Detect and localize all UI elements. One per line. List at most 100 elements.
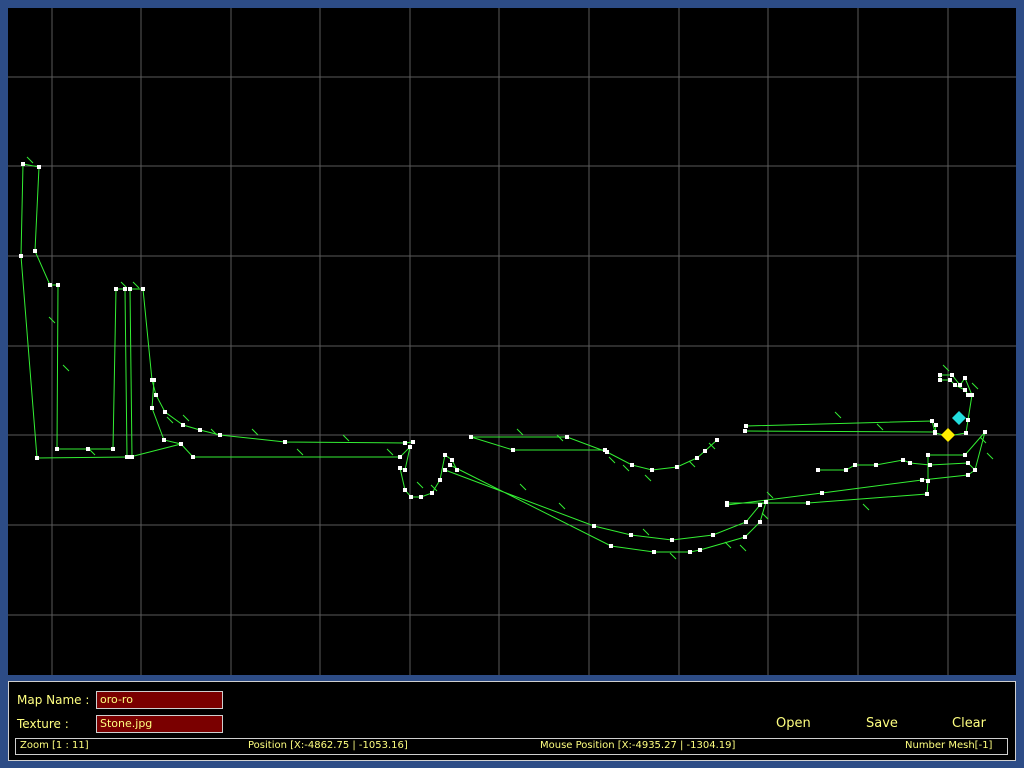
yellow-marker (941, 428, 955, 442)
mesh-vertex (191, 455, 195, 459)
mesh-vertex (963, 376, 967, 380)
mesh-vertex (154, 393, 158, 397)
mesh-tick (622, 464, 630, 472)
map-name-label: Map Name : (17, 693, 90, 707)
mesh-vertex (609, 544, 613, 548)
mesh-vertex (675, 465, 679, 469)
mesh-vertex (715, 438, 719, 442)
mesh-vertex (901, 458, 905, 462)
mesh-vertex (37, 165, 41, 169)
mesh-vertex (565, 435, 569, 439)
position-readout: Position [X:-4862.75 | -1053.16] (248, 740, 408, 751)
mesh-vertex (218, 433, 222, 437)
mesh-vertex (55, 447, 59, 451)
mesh-vertex (443, 468, 447, 472)
mesh-vertex (128, 287, 132, 291)
mesh-vertex (511, 448, 515, 452)
mesh-vertex (874, 463, 878, 467)
mesh-vertex (163, 410, 167, 414)
mesh-tick (971, 382, 979, 390)
mesh-vertex (19, 254, 23, 258)
mesh-tick (761, 512, 769, 520)
mesh-vertex (403, 441, 407, 445)
mesh-vertex (764, 500, 768, 504)
mesh-vertex (438, 478, 442, 482)
mesh-vertex (670, 538, 674, 542)
mesh-vertex (816, 468, 820, 472)
mesh-vertex (469, 435, 473, 439)
mesh-edge (471, 436, 718, 471)
mesh-tick (210, 428, 218, 436)
mesh-vertex (603, 448, 607, 452)
mesh-tick (669, 552, 677, 560)
mesh-vertex (958, 383, 962, 387)
mesh-tick (132, 281, 140, 289)
mesh-vertex (21, 162, 25, 166)
mesh-vertex (758, 503, 762, 507)
mesh-vertex (966, 418, 970, 422)
mesh-vertex (983, 430, 987, 434)
mesh-edge (180, 443, 458, 498)
open-button[interactable]: Open (776, 716, 811, 731)
mesh-vertex (806, 501, 810, 505)
status-bar: Zoom [1 : 11] Position [X:-4862.75 | -10… (15, 738, 1008, 755)
mesh-tick (644, 474, 652, 482)
mesh-vertex (450, 458, 454, 462)
mesh-vertex (964, 431, 968, 435)
mesh-vertex (820, 491, 824, 495)
mesh-tick (386, 448, 394, 456)
save-button[interactable]: Save (866, 716, 898, 731)
mesh-vertex (630, 463, 634, 467)
mesh-vertex (650, 468, 654, 472)
mesh-tick (416, 481, 424, 489)
mesh-tick (862, 503, 870, 511)
mesh-vertex (128, 455, 132, 459)
mesh-vertex (150, 406, 154, 410)
mesh-tick (608, 456, 616, 464)
mesh-tick (26, 156, 34, 164)
mesh-vertex (419, 495, 423, 499)
mesh-vertex (35, 456, 39, 460)
mesh-vertex (181, 423, 185, 427)
mesh-vertex (688, 550, 692, 554)
mesh-vertex (743, 429, 747, 433)
cyan-marker (952, 411, 966, 425)
mesh-vertex (403, 468, 407, 472)
mesh-vertex (698, 548, 702, 552)
map-editor-viewport[interactable] (8, 8, 1016, 675)
mesh-vertex (56, 283, 60, 287)
mesh-vertex (744, 424, 748, 428)
mesh-vertex (743, 535, 747, 539)
mesh-vertex (844, 468, 848, 472)
mesh-vertex (114, 287, 118, 291)
map-name-input[interactable] (96, 691, 223, 709)
mesh-vertex (953, 383, 957, 387)
mesh-tick (556, 434, 564, 442)
mesh-vertex (725, 503, 729, 507)
mesh-vertex (179, 442, 183, 446)
mesh-vertex (283, 440, 287, 444)
mesh-vertex (973, 468, 977, 472)
mesh-tick (251, 428, 259, 436)
mesh-vertex (948, 378, 952, 382)
mesh-vertex (398, 466, 402, 470)
mesh-vertex (33, 249, 37, 253)
mesh-vertex (111, 447, 115, 451)
mesh-vertex (592, 524, 596, 528)
map-canvas[interactable] (8, 8, 1016, 675)
mesh-vertex (926, 479, 930, 483)
texture-label: Texture : (17, 717, 69, 731)
mesh-vertex (908, 461, 912, 465)
zoom-readout: Zoom [1 : 11] (20, 740, 89, 751)
mesh-vertex (928, 463, 932, 467)
mesh-edge (744, 420, 936, 433)
mesh-tick (166, 416, 174, 424)
clear-button[interactable]: Clear (952, 716, 986, 731)
mesh-vertex (933, 431, 937, 435)
mesh-vertex (448, 463, 452, 467)
mesh-tick (182, 414, 190, 422)
mesh-vertex (652, 550, 656, 554)
mesh-vertex (934, 423, 938, 427)
mesh-vertex (926, 453, 930, 457)
texture-input[interactable] (96, 715, 223, 733)
